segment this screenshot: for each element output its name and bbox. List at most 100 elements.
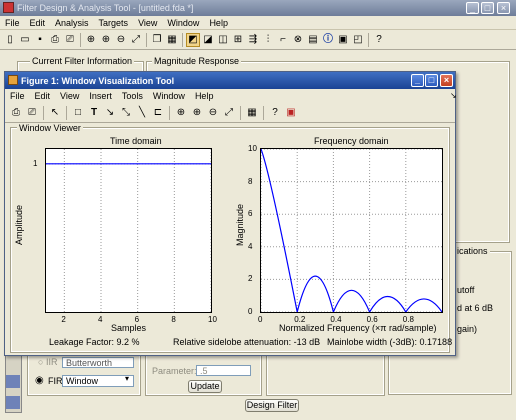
fig-export-icon[interactable]: ▣	[284, 106, 298, 120]
time-domain-axes	[45, 148, 212, 313]
fig-zoom-out-icon[interactable]: ⊖	[206, 106, 220, 120]
design-filter-button[interactable]: Design Filter	[245, 399, 299, 412]
filter-order-panel	[266, 354, 385, 396]
x-tick-label: 2	[61, 315, 66, 324]
fig-menu-help[interactable]: Help	[190, 91, 219, 101]
fig-menu-file[interactable]: File	[5, 91, 30, 101]
print-icon[interactable]: ⎙	[48, 33, 62, 47]
toolbar-separator	[80, 32, 81, 47]
parameter-input[interactable]: .5	[196, 365, 251, 376]
select-arrow-icon[interactable]: ↖	[48, 106, 62, 120]
figure-titlebar: Figure 1: Window Visualization Tool _ □ …	[5, 72, 455, 89]
toolbar-separator	[146, 32, 147, 47]
x-tick-label: 6	[134, 315, 140, 324]
y-tick-label: 2	[248, 274, 253, 284]
text-icon[interactable]: T	[87, 106, 101, 120]
fir-radio[interactable]: ◉	[35, 375, 44, 386]
sidebar-button-icon[interactable]	[6, 396, 20, 409]
menu-file[interactable]: File	[0, 18, 25, 28]
toolbar-separator	[263, 105, 264, 120]
x-tick-label: 0.6	[366, 315, 378, 324]
new-file-icon[interactable]: ▯	[3, 33, 17, 47]
double-arrow-icon[interactable]: ⤡	[119, 106, 133, 120]
figure-maximize-icon[interactable]: □	[425, 74, 438, 87]
step-response-icon[interactable]: ⌐	[276, 33, 290, 47]
x-tick-label: 8	[171, 315, 176, 324]
freq-domain-ylabel: Magnitude	[235, 203, 245, 247]
fir-select[interactable]: Window	[62, 375, 134, 387]
fig-menu-window[interactable]: Window	[148, 91, 190, 101]
filter-info-icon[interactable]: ⓘ	[321, 33, 335, 47]
zoom-y-icon[interactable]: ⊖	[114, 33, 128, 47]
freq-domain-axes	[260, 148, 443, 313]
group-delay-icon[interactable]: ⊞	[231, 33, 245, 47]
fir-label: FIR	[48, 376, 63, 386]
fig-zoom-x-icon[interactable]: ⊕	[190, 106, 204, 120]
menu-window[interactable]: Window	[162, 18, 204, 28]
full-view-icon[interactable]: ⤢	[129, 33, 143, 47]
phase-response-icon[interactable]: ◪	[201, 33, 215, 47]
line-icon[interactable]: ╲	[135, 106, 149, 120]
impulse-response-icon[interactable]: ⫶	[261, 33, 275, 47]
sidebar-button-icon[interactable]	[6, 375, 20, 388]
series-line	[261, 149, 442, 312]
whats-this-icon[interactable]: ?	[372, 33, 386, 47]
x-tick-label: 0.2	[294, 315, 306, 324]
fig-zoom-in-icon[interactable]: ⊕	[174, 106, 188, 120]
y-tick-label: 1	[33, 158, 38, 168]
noise-icon[interactable]: ▣	[336, 33, 350, 47]
matlab-icon	[3, 2, 14, 13]
magnitude-estimate-icon[interactable]: ◰	[351, 33, 365, 47]
zoom-in-icon[interactable]: ⊕	[84, 33, 98, 47]
menu-analysis[interactable]: Analysis	[50, 18, 94, 28]
fig-menu-insert[interactable]: Insert	[84, 91, 117, 101]
fig-grid-icon[interactable]: ▦	[245, 106, 259, 120]
leakage-factor-text: Leakage Factor: 9.2 %	[49, 337, 140, 347]
maximize-icon[interactable]: □	[481, 2, 494, 14]
fig-menu-edit[interactable]: Edit	[30, 91, 56, 101]
iir-select[interactable]: Butterworth	[62, 357, 134, 368]
menu-help[interactable]: Help	[204, 18, 233, 28]
minimize-icon[interactable]: _	[466, 2, 479, 14]
y-tick-label: 0	[248, 307, 253, 316]
magnitude-response-icon[interactable]: ◩	[186, 32, 200, 47]
close-icon[interactable]: ×	[497, 2, 510, 14]
fdatool-menubar: File Edit Analysis Targets View Window H…	[0, 16, 516, 30]
fig-menu-tools[interactable]: Tools	[117, 91, 148, 101]
update-button[interactable]: Update	[188, 380, 222, 393]
figure-minimize-icon[interactable]: _	[411, 74, 424, 87]
mag-phase-icon[interactable]: ◫	[216, 33, 230, 47]
save-icon[interactable]: ▪	[33, 33, 47, 47]
time-domain-title: Time domain	[110, 136, 162, 146]
specifications-label: ications	[455, 246, 490, 256]
grid-icon[interactable]: ▦	[165, 33, 179, 47]
phase-delay-icon[interactable]: ⇶	[246, 33, 260, 47]
x-tick-label: 4	[98, 315, 103, 324]
rectangle-icon[interactable]: □	[71, 106, 85, 120]
dropdown-arrow-icon[interactable]: ▾	[125, 374, 129, 383]
x-tick-label: 0.8	[402, 315, 414, 324]
zoom-x-icon[interactable]: ⊕	[99, 33, 113, 47]
figure-toolbar: ⎙ ⎚ ↖ □ T ↘ ⤡ ╲ ⊏ ⊕ ⊕ ⊖ ⤢ ▦ ? ▣	[5, 103, 455, 123]
menu-view[interactable]: View	[133, 18, 162, 28]
spec-text-gain: gain)	[457, 324, 478, 334]
coefficients-icon[interactable]: ▤	[306, 33, 320, 47]
iir-row: ○ IIR	[38, 357, 58, 367]
fig-print-icon[interactable]: ⎙	[9, 106, 23, 120]
figure-close-icon[interactable]: ×	[440, 74, 453, 87]
legend-icon[interactable]: ⊏	[151, 106, 165, 120]
dock-arrow-icon[interactable]: ↘	[445, 91, 462, 100]
x-tick-label: 0	[258, 315, 263, 324]
open-folder-icon[interactable]: ▭	[18, 33, 32, 47]
fig-whats-this-icon[interactable]: ?	[268, 106, 282, 120]
pole-zero-icon[interactable]: ⊗	[291, 33, 305, 47]
arrow-icon[interactable]: ↘	[103, 106, 117, 120]
menu-targets[interactable]: Targets	[94, 18, 134, 28]
new-figure-icon[interactable]: ❐	[150, 33, 164, 47]
print-preview-icon[interactable]: ⎚	[63, 33, 77, 47]
fig-menu-view[interactable]: View	[55, 91, 84, 101]
y-tick-label: 4	[248, 241, 253, 251]
fig-full-view-icon[interactable]: ⤢	[222, 106, 236, 120]
fig-print-preview-icon[interactable]: ⎚	[25, 106, 39, 120]
menu-edit[interactable]: Edit	[25, 18, 51, 28]
